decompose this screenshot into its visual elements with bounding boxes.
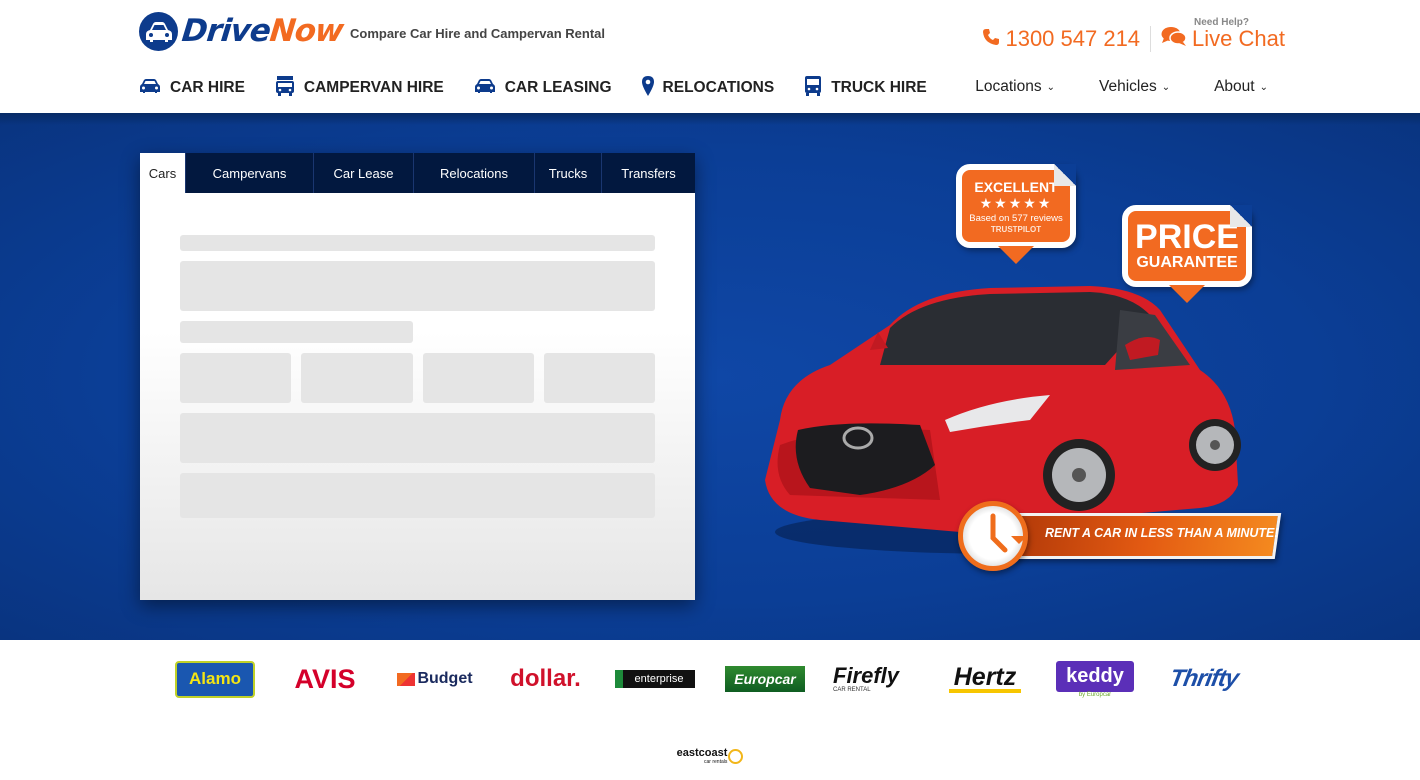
nav-locations-label: Locations (975, 78, 1042, 95)
logo-text: DriveNow (180, 13, 345, 49)
contact-divider (1150, 26, 1152, 52)
brand-alamo[interactable]: Alamo (175, 660, 255, 698)
logo[interactable]: DriveNow (139, 12, 345, 51)
nav-about-dropdown[interactable]: About ⌄ (1214, 78, 1268, 96)
brand-logos: Alamo AVIS Budget dollar. enterprise Eur… (0, 640, 1420, 780)
brand-budget[interactable]: Budget (395, 660, 475, 698)
nav-car-hire[interactable]: CAR HIRE (139, 76, 245, 100)
brand-keddy[interactable]: keddy by Europcar (1056, 660, 1134, 698)
enterprise-logo: enterprise (615, 670, 695, 688)
nav-campervan-hire-label: CAMPERVAN HIRE (303, 79, 444, 96)
firefly-logo: Firefly (833, 663, 900, 688)
brand-dollar[interactable]: dollar. (503, 660, 588, 698)
star-rating-icons: ★★★★★ (979, 195, 1053, 211)
phone-icon (982, 26, 1000, 52)
skeleton-input (544, 353, 655, 403)
nav-vehicles-label: Vehicles (1098, 78, 1157, 95)
brand-eastcoast[interactable]: eastcoast car rentals (670, 744, 750, 768)
nav-locations-dropdown[interactable]: Locations ⌄ (975, 78, 1055, 96)
search-widget: Cars Campervans Car Lease Relocations Tr… (140, 153, 695, 600)
nav-campervan-hire[interactable]: CAMPERVAN HIRE (275, 76, 444, 100)
eastcoast-logo: eastcoast (676, 746, 728, 759)
campervan-icon (275, 76, 295, 100)
nav-about-label: About (1214, 78, 1255, 95)
trustpilot-rating-badge[interactable]: EXCELLENT ★★★★★ Based on 577 reviews TRU… (956, 164, 1076, 264)
price-guarantee-badge: PRICE GUARANTEE (1122, 205, 1252, 303)
skeleton-button (180, 473, 655, 518)
chevron-down-icon: ⌄ (1259, 81, 1268, 93)
map-marker-icon (641, 76, 654, 100)
brand-hertz[interactable]: Hertz (945, 660, 1025, 698)
brand-avis[interactable]: AVIS (285, 660, 365, 698)
eastcoast-mark-icon (728, 748, 744, 764)
skeleton-input (180, 261, 655, 311)
brand-europcar[interactable]: Europcar (725, 660, 805, 698)
price-guarantee-line2: GUARANTEE (1136, 254, 1238, 271)
trustpilot-logo: TRUSTPILOT (990, 225, 1042, 234)
nav-truck-hire-label: TRUCK HIRE (831, 79, 927, 96)
nav-car-hire-label: CAR HIRE (170, 79, 245, 96)
logo-drive: Drive (180, 13, 272, 49)
hertz-underline (949, 689, 1021, 693)
keddy-logo: keddy (1056, 660, 1134, 692)
nav-relocations[interactable]: RELOCATIONS (641, 76, 775, 100)
brand-enterprise[interactable]: enterprise (615, 660, 695, 698)
skeleton-input (180, 353, 291, 403)
eastcoast-subtitle: car rentals (704, 758, 728, 765)
secondary-nav: Locations ⌄ Vehicles ⌄ About ⌄ (931, 78, 1268, 96)
need-help-label: Need Help? (1193, 17, 1249, 28)
tab-cars[interactable]: Cars (140, 153, 186, 193)
firefly-subtitle: CAR RENTAL (833, 687, 871, 693)
skeleton-input (423, 353, 534, 403)
skeleton-label (180, 321, 413, 343)
hertz-logo: Hertz (953, 663, 1017, 691)
page-curl (1054, 164, 1076, 186)
skeleton-label (180, 235, 655, 251)
brand-thrifty[interactable]: Thrifty (1163, 660, 1245, 698)
car-icon (139, 78, 161, 98)
dollar-logo: dollar. (510, 665, 581, 692)
tab-relocations[interactable]: Relocations (414, 153, 535, 193)
truck-icon (804, 76, 822, 100)
search-tabs: Cars Campervans Car Lease Relocations Tr… (140, 153, 695, 193)
nav-car-leasing[interactable]: CAR LEASING (474, 76, 612, 100)
review-count: Based on 577 reviews (969, 213, 1063, 224)
skeleton-input (180, 413, 655, 463)
tab-trucks[interactable]: Trucks (535, 153, 602, 193)
chat-icon (1161, 26, 1187, 52)
main-nav: CAR HIRE CAMPERVAN HIRE CAR LEASING RELO… (139, 76, 957, 100)
tab-car-lease[interactable]: Car Lease (314, 153, 414, 193)
tagline: Compare Car Hire and Campervan Rental (350, 26, 606, 41)
budget-logo: Budget (417, 670, 473, 687)
brand-firefly[interactable]: Firefly CAR RENTAL (833, 660, 915, 698)
alamo-logo: Alamo (175, 660, 255, 698)
site-header: DriveNow Compare Car Hire and Campervan … (0, 0, 1420, 113)
avis-logo: AVIS (294, 663, 356, 694)
nav-relocations-label: RELOCATIONS (662, 79, 775, 96)
phone-link[interactable]: 1300 547 214 (982, 26, 1140, 52)
thrifty-logo: Thrifty (1167, 665, 1241, 692)
tab-transfers[interactable]: Transfers (602, 153, 695, 193)
logo-car-icon (139, 12, 178, 51)
nav-truck-hire[interactable]: TRUCK HIRE (804, 76, 927, 100)
nav-car-leasing-label: CAR LEASING (504, 79, 612, 96)
rent-banner-text: RENT A CAR IN LESS THAN A MINUTE! (1045, 526, 1279, 540)
clock-icon (958, 501, 1028, 571)
live-chat-label: Live Chat (1192, 26, 1285, 51)
contact-block: 1300 547 214 Need Help? Live Chat (982, 17, 1285, 52)
keddy-subtitle: by Europcar (1078, 691, 1112, 698)
budget-mark-icon (397, 672, 416, 686)
live-chat-link[interactable]: Need Help? Live Chat (1161, 17, 1285, 52)
europcar-logo: Europcar (725, 666, 805, 692)
phone-number: 1300 547 214 (1005, 26, 1141, 51)
chevron-down-icon: ⌄ (1046, 81, 1055, 93)
logo-now: Now (268, 13, 345, 49)
page-curl (1230, 205, 1252, 227)
car-icon (474, 78, 496, 98)
nav-vehicles-dropdown[interactable]: Vehicles ⌄ (1099, 78, 1170, 96)
skeleton-input (301, 353, 413, 403)
price-guarantee-line1: PRICE (1135, 218, 1239, 256)
chevron-down-icon: ⌄ (1161, 81, 1171, 93)
tab-campervans[interactable]: Campervans (186, 153, 314, 193)
